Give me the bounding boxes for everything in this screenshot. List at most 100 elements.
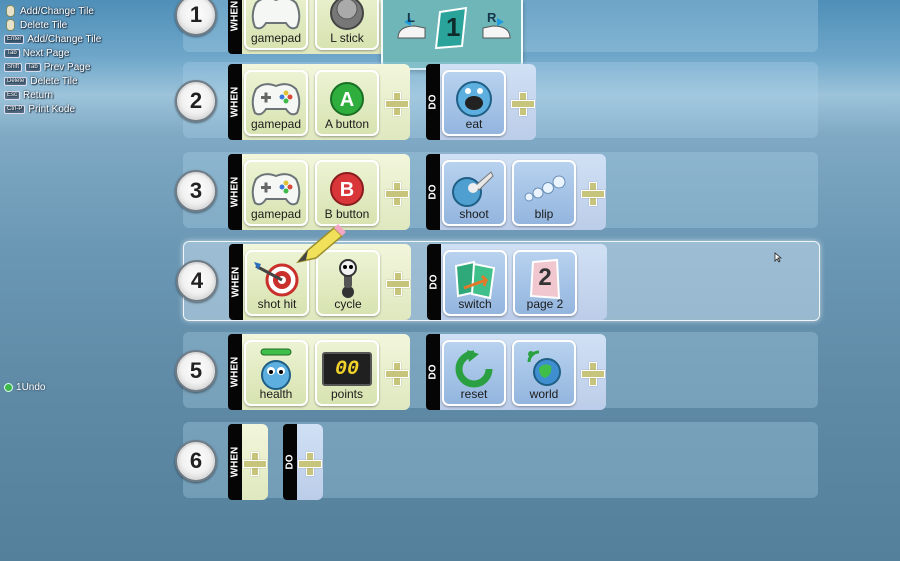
help-text: Delete Tile: [20, 19, 68, 31]
tile-label: B button: [324, 207, 370, 221]
world-icon: [527, 350, 561, 386]
help-row-mouse-left: Add/Change Tile: [4, 4, 174, 18]
rule-number: 6: [175, 440, 217, 482]
add-when-tile-button[interactable]: [384, 361, 410, 387]
help-row-delete: Delete Delete Tile: [4, 74, 174, 88]
add-do-tile-button[interactable]: [510, 91, 536, 117]
help-text: Print Kode: [28, 103, 76, 115]
tile-label: A button: [324, 117, 370, 131]
tile-gamepad[interactable]: gamepad: [244, 0, 308, 50]
do-section: shoot blip: [440, 154, 606, 230]
when-section: health 00 points: [242, 334, 410, 410]
tile-label: gamepad: [250, 31, 302, 45]
when-label: WHEN: [228, 424, 242, 500]
eat-icon: [456, 81, 492, 117]
blip-icon: [524, 175, 566, 202]
tile-label: points: [330, 387, 364, 401]
tile-label: L stick: [330, 31, 364, 45]
tile-health[interactable]: health: [244, 340, 308, 406]
tile-label: reset: [460, 387, 488, 401]
rule-row-4[interactable]: 4 WHEN shot hit cycle DO switch 2 page 2: [176, 224, 820, 321]
pencil-cursor-icon: [296, 224, 346, 264]
help-row-tab: Tab Next Page: [4, 46, 174, 60]
when-label: WHEN: [228, 0, 242, 54]
tile-l-stick[interactable]: L stick: [315, 0, 379, 50]
do-section: [297, 424, 323, 500]
tile-gamepad[interactable]: gamepad: [244, 70, 308, 136]
help-row-esc: Esc Return: [4, 88, 174, 102]
tile-label: gamepad: [250, 207, 302, 221]
rule-row-5[interactable]: 5 WHEN health 00 points DO reset world: [175, 332, 818, 410]
tile-blip[interactable]: blip: [512, 160, 576, 226]
add-do-tile-button[interactable]: [580, 181, 606, 207]
left-key-label: L: [407, 10, 415, 25]
undo-label: Undo: [21, 382, 46, 393]
when-label: WHEN: [228, 154, 242, 230]
rule-row-6[interactable]: 6 WHEN DO: [175, 422, 818, 500]
points-digits: 00: [334, 357, 359, 381]
rule-row-2[interactable]: 2 WHEN gamepad A A button DO eat: [175, 62, 818, 140]
svg-text:A: A: [340, 89, 354, 111]
tile-a-button[interactable]: A A button: [315, 70, 379, 136]
key-ctrl-p: Ctrl-P: [4, 104, 26, 114]
add-when-tile-button[interactable]: [384, 181, 410, 207]
tile-label: cycle: [334, 297, 362, 311]
tile-label: health: [259, 387, 293, 401]
tile-b-button[interactable]: B B button: [315, 160, 379, 226]
help-text: Add/Change Tile: [27, 33, 102, 45]
undo-icon: [4, 383, 13, 392]
do-section: switch 2 page 2: [441, 244, 607, 320]
tile-label: page 2: [526, 297, 564, 311]
help-row-enter: Enter Add/Change Tile: [4, 32, 174, 46]
mouse-right-icon: [6, 19, 15, 31]
key-tab: Tab: [4, 48, 20, 58]
tile-label: shot hit: [257, 297, 297, 311]
key-esc: Esc: [4, 90, 21, 100]
l-stick-icon: [330, 0, 364, 30]
add-when-tile-button[interactable]: [242, 451, 268, 477]
add-do-tile-button[interactable]: [297, 451, 323, 477]
add-do-tile-button[interactable]: [580, 361, 606, 387]
rule-number: 2: [175, 80, 217, 122]
tile-label: shoot: [459, 207, 489, 221]
gamepad-icon: [251, 173, 301, 206]
right-key-label: R: [487, 10, 497, 25]
tile-reset[interactable]: reset: [442, 340, 506, 406]
help-row-print: Ctrl-P Print Kode: [4, 102, 174, 116]
undo-button[interactable]: 1 Undo: [4, 382, 45, 393]
rule-number: 5: [175, 350, 217, 392]
mouse-left-icon: [6, 5, 15, 17]
rule-row-3[interactable]: 3 WHEN gamepad B B button DO shoot blip: [175, 152, 818, 230]
key-enter: Enter: [4, 34, 25, 44]
page-digit: 2: [538, 264, 552, 291]
tile-label: gamepad: [250, 117, 302, 131]
help-text: Add/Change Tile: [20, 5, 94, 17]
do-label: DO: [426, 334, 440, 410]
tile-world[interactable]: world: [512, 340, 576, 406]
tile-label: world: [529, 387, 559, 401]
when-section: gamepad A A button: [242, 64, 410, 140]
tile-label: eat: [465, 117, 483, 131]
when-label: WHEN: [229, 244, 243, 320]
health-icon: [260, 348, 292, 390]
add-when-tile-button[interactable]: [385, 271, 411, 297]
help-row-mouse-right: Delete Tile: [4, 18, 174, 32]
mouse-pointer-icon: [774, 252, 782, 263]
add-when-tile-button[interactable]: [384, 91, 410, 117]
tile-points[interactable]: 00 points: [315, 340, 379, 406]
tile-label: blip: [534, 207, 554, 221]
shoot-icon: [452, 171, 494, 207]
gamepad-icon: [251, 0, 301, 30]
tile-switch[interactable]: switch: [443, 250, 507, 316]
tile-gamepad[interactable]: gamepad: [244, 160, 308, 226]
a-button-icon: A: [330, 82, 364, 116]
help-row-shift-tab: Shift Tab Prev Page: [4, 60, 174, 74]
tile-eat[interactable]: eat: [442, 70, 506, 136]
tile-page-2[interactable]: 2 page 2: [513, 250, 577, 316]
tile-shoot[interactable]: shoot: [442, 160, 506, 226]
do-section: reset world: [440, 334, 606, 410]
key-shift: Shift: [4, 62, 23, 72]
b-button-icon: B: [330, 172, 364, 206]
reset-icon: [455, 350, 493, 388]
when-section: [242, 424, 268, 500]
